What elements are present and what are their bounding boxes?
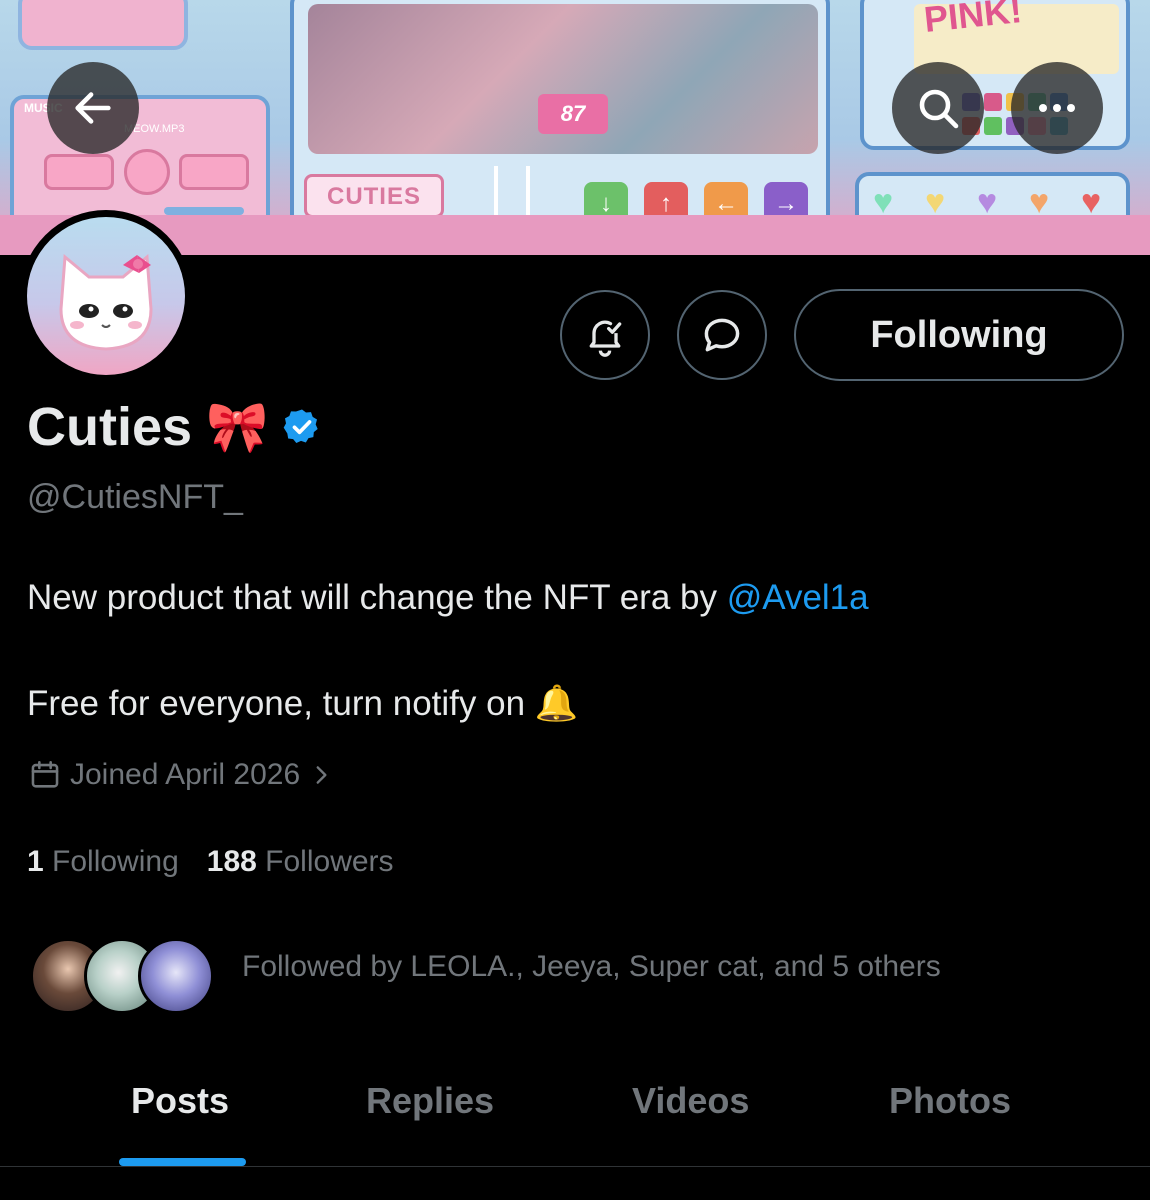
message-bubble-icon <box>704 318 740 352</box>
following-button[interactable]: Following <box>794 289 1124 381</box>
arrow-left-icon <box>75 92 111 124</box>
chevron-right-icon <box>316 766 327 784</box>
followers-stat[interactable]: 188 Followers <box>207 845 394 878</box>
banner-progress-bar <box>164 207 244 215</box>
back-button[interactable] <box>47 62 139 154</box>
tabs-divider <box>0 1166 1150 1167</box>
follow-stats: 1 Following 188 Followers <box>27 845 394 879</box>
notify-button[interactable] <box>560 290 650 380</box>
bell-check-icon <box>589 320 622 357</box>
tab-replies[interactable]: Replies <box>366 1080 494 1122</box>
tab-videos[interactable]: Videos <box>632 1080 749 1122</box>
message-button[interactable] <box>677 290 767 380</box>
search-button[interactable] <box>892 62 984 154</box>
joined-date-row[interactable]: Joined April 2026 <box>28 758 334 792</box>
bio-text: Free for everyone, turn notify on <box>27 684 526 723</box>
profile-tabs: Posts Replies Videos Photos <box>0 1070 1150 1166</box>
banner-jersey: 87 <box>538 94 608 134</box>
banner-play-shape <box>124 149 170 195</box>
tab-posts[interactable]: Posts <box>131 1080 229 1122</box>
banner-cats-illustration: 87 <box>308 4 818 154</box>
profile-handle: @CutiesNFT_ <box>27 478 243 516</box>
bio-text: New product that will change the NFT era… <box>27 578 727 617</box>
calendar-icon <box>31 760 59 788</box>
profile-name: Cuties <box>27 397 193 457</box>
joined-date: Joined April 2026 <box>70 758 301 791</box>
bio-line-2: Free for everyone, turn notify on 🔔 <box>27 683 578 724</box>
profile-name-row: Cuties 🎀 <box>27 396 322 458</box>
follower-avatar[interactable] <box>138 938 214 1014</box>
banner-center-window: 87 CUTIES ↓ ↑ ← → <box>290 0 830 230</box>
bio-line-1: New product that will change the NFT era… <box>27 578 869 618</box>
bio-mention-link[interactable]: @Avel1a <box>727 578 869 617</box>
tab-photos[interactable]: Photos <box>889 1080 1011 1122</box>
more-button[interactable] <box>1011 62 1103 154</box>
avatar-image <box>27 217 185 375</box>
bell-emoji-icon: 🔔 <box>534 684 579 723</box>
banner-prev-shape <box>44 154 114 190</box>
banner-window <box>18 0 188 50</box>
avatar[interactable] <box>20 210 192 382</box>
bow-icon: 🎀 <box>206 398 269 455</box>
cat-avatar-icon <box>59 253 153 351</box>
active-tab-indicator <box>119 1158 246 1166</box>
following-stat[interactable]: 1 Following <box>27 845 179 878</box>
banner-next-shape <box>179 154 249 190</box>
followed-by-text[interactable]: Followed by LEOLA., Jeeya, Super cat, an… <box>242 950 941 984</box>
verified-badge-icon[interactable] <box>282 407 322 447</box>
search-icon <box>919 89 959 129</box>
banner-cuties-tag: CUTIES <box>304 174 444 218</box>
more-dots-icon <box>1039 104 1075 112</box>
